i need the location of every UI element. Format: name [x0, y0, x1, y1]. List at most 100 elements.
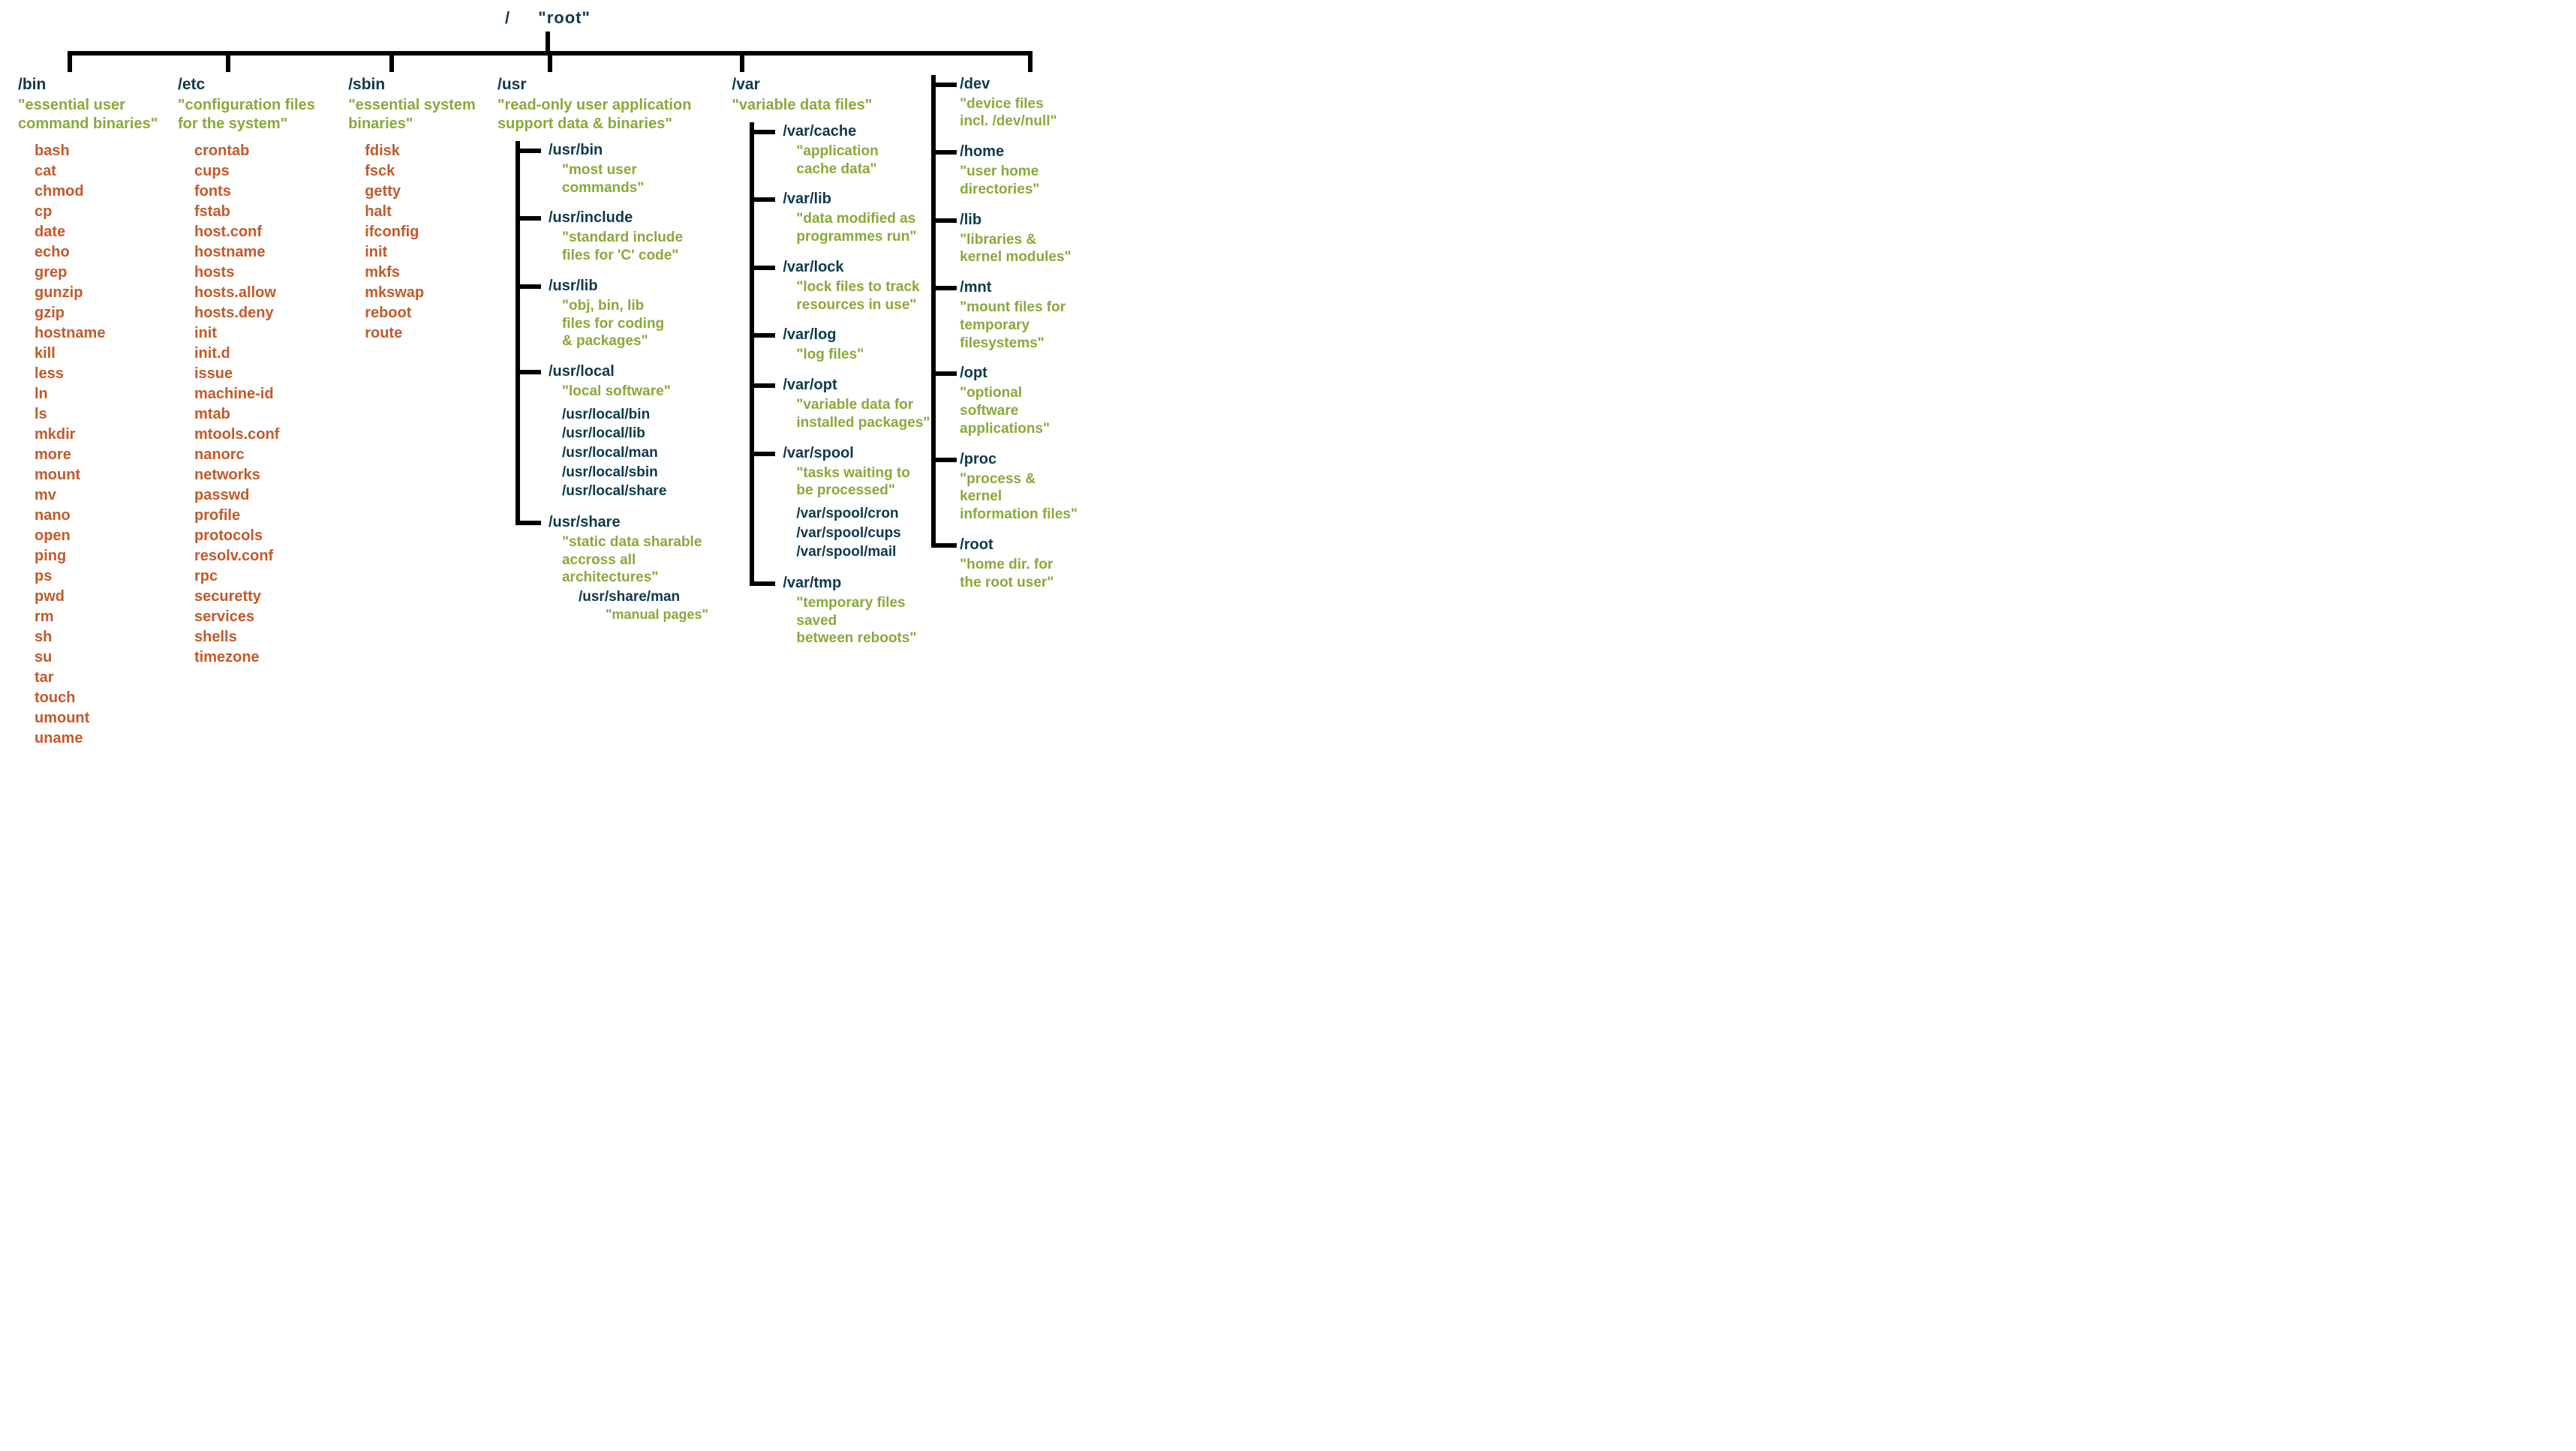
subdir-title: /var/log [783, 326, 931, 344]
subdir-entry: /lib"libraries & kernel modules" [931, 211, 1081, 279]
subdir-entry: /opt"optional software applications" [931, 364, 1081, 449]
subdir-title: /usr/share [549, 513, 729, 532]
col-usr: /usr "read-only user application support… [494, 75, 729, 635]
file-item: profile [194, 506, 345, 526]
file-item: securetty [194, 587, 345, 607]
subdir-entry: /var/spool"tasks waiting to be processed… [750, 444, 931, 574]
subdir-title: /usr/local [549, 362, 729, 381]
file-item: reboot [365, 303, 494, 323]
subdir-entry: /var/lock"lock files to track resources … [750, 258, 931, 326]
subdir-entry: /var/opt"variable data for installed pac… [750, 376, 931, 444]
file-item: chmod [35, 182, 175, 202]
usr-subtree: /usr/bin"most user commands"/usr/include… [516, 141, 729, 635]
subsubdir-desc: "manual pages" [606, 606, 729, 623]
file-item: ping [35, 546, 175, 566]
bin-title: /bin [18, 75, 175, 95]
file-item: hosts.deny [194, 303, 345, 323]
subdir-entry: /usr/share"static data sharable accross … [516, 513, 729, 635]
file-item: grep [35, 263, 175, 283]
file-item: fstab [194, 202, 345, 222]
root-connector [546, 32, 550, 51]
subdir-list-item: /usr/local/sbin [562, 463, 729, 482]
file-item: host.conf [194, 222, 345, 242]
file-item: more [35, 445, 175, 465]
file-item: fdisk [365, 141, 494, 161]
subdir-title: /dev [960, 75, 1081, 94]
subdir-desc: "temporary files saved between reboots" [796, 594, 931, 647]
tick-etc [226, 51, 230, 72]
file-item: mkswap [365, 283, 494, 303]
col-var: /var "variable data files" /var/cache"ap… [729, 75, 931, 660]
subdir-entry: /root"home dir. for the root user" [931, 536, 1081, 604]
subdir-desc: "user home directories" [960, 163, 1081, 199]
subdir-title: /home [960, 143, 1081, 161]
etc-desc: "configuration files for the system" [178, 96, 345, 134]
root-path: / [505, 8, 510, 27]
linux-filesystem-diagram: / "root" /bin "essential user command bi… [0, 0, 1096, 779]
file-item: init [365, 242, 494, 263]
file-item: hosts [194, 263, 345, 283]
file-item: less [35, 364, 175, 384]
subdir-list-item: /usr/local/share [562, 482, 729, 501]
subdir-list-item: /var/spool/cups [796, 524, 931, 543]
tick-bin [68, 51, 72, 72]
file-item: gunzip [35, 283, 175, 303]
file-item: rm [35, 607, 175, 627]
file-item: ifconfig [365, 222, 494, 242]
file-item: timezone [194, 647, 345, 668]
root-label: "root" [538, 8, 591, 27]
subdir-desc: "local software" [562, 383, 729, 401]
subdir-entry: /usr/local "local software" /usr/local/bin… [516, 362, 729, 513]
subdir-desc: "mount files for temporary filesystems" [960, 299, 1081, 352]
file-item: init.d [194, 344, 345, 364]
file-item: sh [35, 627, 175, 647]
file-item: mtools.conf [194, 425, 345, 445]
file-item: open [35, 526, 175, 546]
file-item: mkdir [35, 425, 175, 445]
file-item: cp [35, 202, 175, 222]
file-item: passwd [194, 485, 345, 506]
subdir-title: /var/opt [783, 376, 931, 395]
subdir-title: /mnt [960, 278, 1081, 297]
subdir-title: /root [960, 536, 1081, 554]
subdir-entry: /var/log"log files" [750, 326, 931, 376]
file-item: halt [365, 202, 494, 222]
file-item: mkfs [365, 263, 494, 283]
subdir-entry: /home "user home directories" [931, 143, 1081, 211]
subsubdir: /usr/share/man"manual pages" [579, 588, 729, 623]
tick-var [740, 51, 744, 72]
col-side: /dev"device files incl. /dev/null"/home"… [931, 75, 1081, 604]
subdir-list-item: /var/spool/cron [796, 504, 931, 524]
subdir-entry: /usr/bin"most user commands" [516, 141, 729, 209]
file-item: kill [35, 344, 175, 364]
subdir-desc: "standard include files for 'C' code" [562, 229, 729, 265]
subdir-desc: "most user commands" [562, 161, 729, 197]
subdir-entry: /mnt "mount files for temporary filesyste… [931, 278, 1081, 364]
subdir-desc: "variable data for installed packages" [796, 396, 931, 432]
usr-title: /usr [497, 75, 729, 95]
root-node: / "root" [15, 8, 1081, 29]
subsubdir-title: /usr/share/man [579, 588, 729, 606]
file-item: issue [194, 364, 345, 384]
file-item: umount [35, 708, 175, 729]
subdir-entry: /var/tmp"temporary files saved between r… [750, 574, 931, 659]
file-item: nano [35, 506, 175, 526]
subdir-desc: "obj, bin, lib files for coding & packag… [562, 297, 729, 350]
subdir-desc: "static data sharable accross all archit… [562, 533, 729, 587]
tick-side [1028, 51, 1033, 72]
var-subtree: /var/cache"application cache data"/var/l… [750, 122, 931, 659]
subdir-title: /var/tmp [783, 574, 931, 593]
etc-title: /etc [178, 75, 345, 95]
file-item: uname [35, 729, 175, 749]
col-bin: /bin "essential user command binaries" b… [15, 75, 175, 749]
file-item: machine-id [194, 384, 345, 404]
tick-sbin [389, 51, 394, 72]
subdir-title: /var/cache [783, 122, 931, 141]
usr-desc: "read-only user application support data… [497, 96, 729, 134]
subdir-desc: "device files incl. /dev/null" [960, 95, 1081, 131]
subdir-list-item: /usr/local/bin [562, 405, 729, 425]
subdir-desc: "libraries & kernel modules" [960, 231, 1081, 267]
subdir-entry: /dev"device files incl. /dev/null" [931, 75, 1081, 143]
file-item: fonts [194, 182, 345, 202]
file-item: hostname [194, 242, 345, 263]
